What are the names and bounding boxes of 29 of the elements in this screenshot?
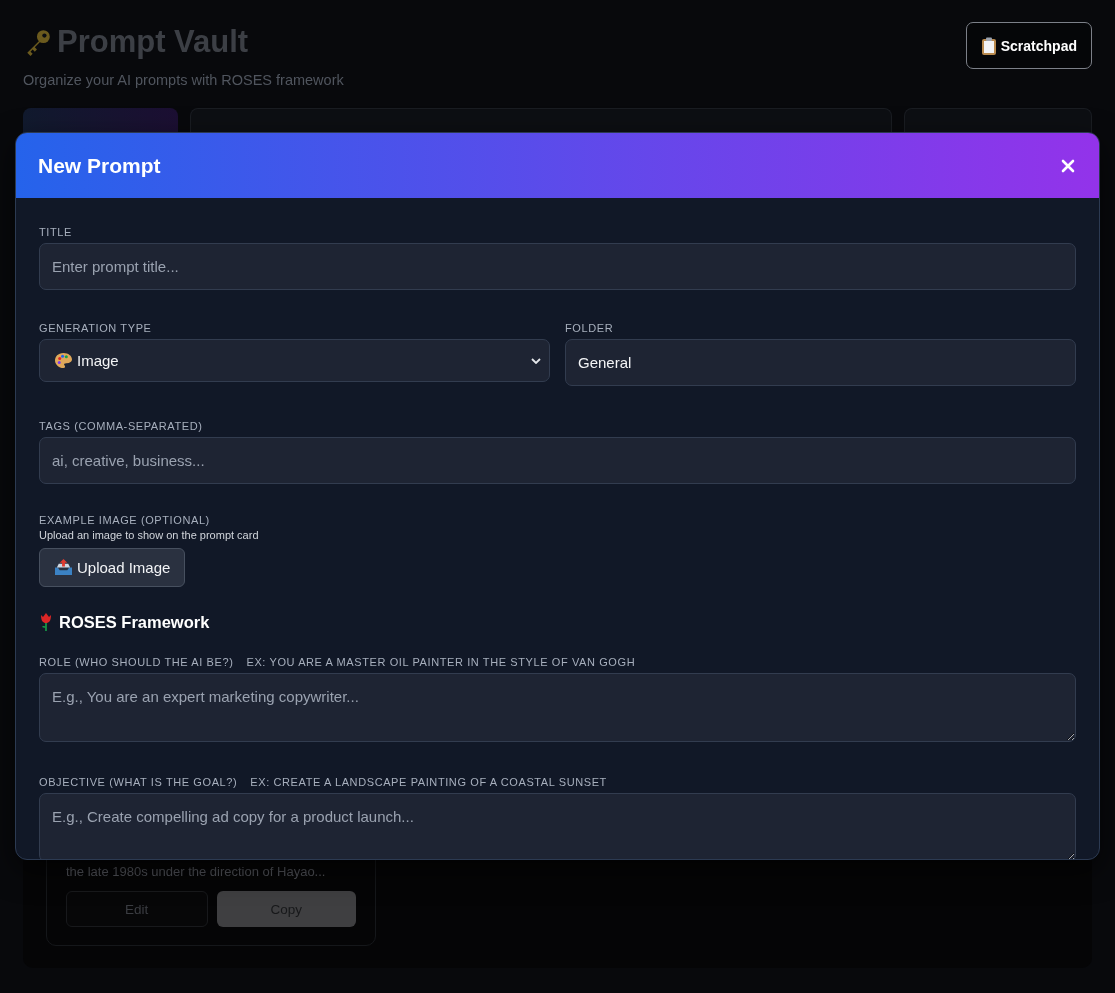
tags-input[interactable]: ai, creative, business... (39, 437, 1076, 484)
field-example: EX: YOU ARE A MASTER OIL PAINTER IN THE STYLE OF VAN GOGH (246, 656, 636, 668)
prompt-textarea[interactable]: E.g., Create compelling ad copy for a product launch... (39, 793, 1076, 859)
modal-title: New Prompt (38, 153, 161, 178)
field-label: ROLE (WHO SHOULD THE AI BE?) (39, 656, 234, 668)
inbox-icon (54, 559, 73, 576)
upload-image-button[interactable]: Upload Image (39, 548, 186, 587)
field-label: GENERATION TYPE (39, 322, 153, 334)
field-label: OBJECTIVE (WHAT IS THE GOAL?) (39, 776, 238, 788)
chevron-down-icon (531, 357, 541, 364)
field-label: FOLDER (565, 322, 615, 334)
close-icon (1061, 158, 1075, 173)
field-hint: Upload an image to show on the prompt card (39, 529, 260, 541)
field-example: EX: CREATE A LANDSCAPE PAINTING OF A COASTAL SUNSET (250, 776, 607, 788)
title-input[interactable]: Enter prompt title... (39, 243, 1076, 290)
subtitle: Organize your AI prompts with ROSES framework (23, 72, 344, 88)
card-description: the late 1980s under the direction of Hayao... (66, 864, 327, 879)
field-label: TAGS (COMMA-SEPARATED) (39, 420, 204, 432)
generation-type-select[interactable]: Image (39, 339, 550, 382)
folder-input[interactable]: General (565, 339, 1076, 386)
field-label: EXAMPLE IMAGE (OPTIONAL) (39, 514, 211, 526)
rose-icon (39, 612, 53, 632)
app-title: Prompt Vault (23, 24, 344, 60)
palette-icon (54, 352, 73, 369)
section-heading: ROSES Framework (39, 612, 1076, 632)
prompt-textarea[interactable]: E.g., You are an expert marketing copywriter... (39, 673, 1076, 742)
scratchpad-button[interactable]: Scratchpad (965, 22, 1092, 69)
field-label: TITLE (39, 226, 73, 238)
clipboard-icon (980, 36, 997, 55)
